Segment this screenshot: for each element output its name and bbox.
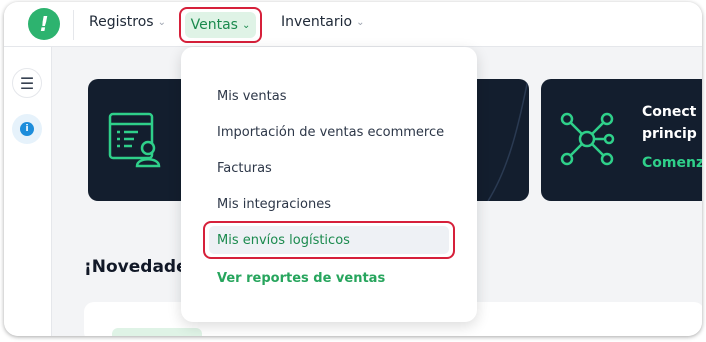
menu-item-facturas[interactable]: Facturas	[217, 161, 272, 176]
network-hub-icon	[560, 112, 615, 166]
menu-item-mis-ventas[interactable]: Mis ventas	[217, 89, 287, 104]
nav-divider	[73, 10, 74, 40]
section-title: ¡Novedade	[84, 257, 188, 277]
invoice-user-icon	[108, 112, 161, 168]
top-navigation-bar: ! Registros ⌄ Ventas ⌄ Inventario ⌄	[4, 2, 702, 47]
card2-title-line1: Conect	[642, 104, 697, 120]
chevron-down-icon: ⌄	[356, 16, 365, 28]
chevron-down-icon: ⌄	[241, 19, 251, 31]
nav-inventario-label: Inventario	[281, 14, 353, 30]
nav-inventario[interactable]: Inventario ⌄	[281, 14, 364, 30]
ventas-dropdown-menu: Mis ventas Importación de ventas ecommer…	[181, 47, 477, 322]
nav-registros[interactable]: Registros ⌄	[89, 14, 166, 30]
nav-ventas[interactable]: Ventas ⌄	[185, 12, 256, 38]
menu-item-mis-integraciones[interactable]: Mis integraciones	[217, 197, 331, 212]
left-sidebar: ☰ i	[4, 47, 52, 336]
promo-card-integrations[interactable]: Conect princip Comenz	[541, 79, 702, 201]
menu-icon[interactable]: ☰	[12, 68, 42, 98]
news-badge	[112, 328, 202, 336]
menu-item-importacion-ecommerce[interactable]: Importación de ventas ecommerce	[217, 125, 444, 140]
menu-item-mis-envios-logisticos[interactable]: Mis envíos logísticos	[217, 233, 350, 248]
logo-glyph: !	[39, 12, 49, 36]
card2-cta[interactable]: Comenz	[642, 155, 702, 171]
info-icon: i	[20, 122, 34, 136]
chevron-down-icon: ⌄	[157, 16, 166, 28]
app-window: ! Registros ⌄ Ventas ⌄ Inventario ⌄ ☰ i	[4, 2, 702, 336]
app-logo[interactable]: !	[28, 8, 60, 40]
card2-title-line2: princip	[642, 126, 697, 142]
nav-registros-label: Registros	[89, 14, 154, 30]
nav-ventas-highlight: Ventas ⌄	[179, 7, 262, 43]
menu-item-ver-reportes[interactable]: Ver reportes de ventas	[217, 271, 385, 286]
nav-ventas-label: Ventas	[190, 17, 238, 33]
info-button[interactable]: i	[12, 114, 42, 144]
